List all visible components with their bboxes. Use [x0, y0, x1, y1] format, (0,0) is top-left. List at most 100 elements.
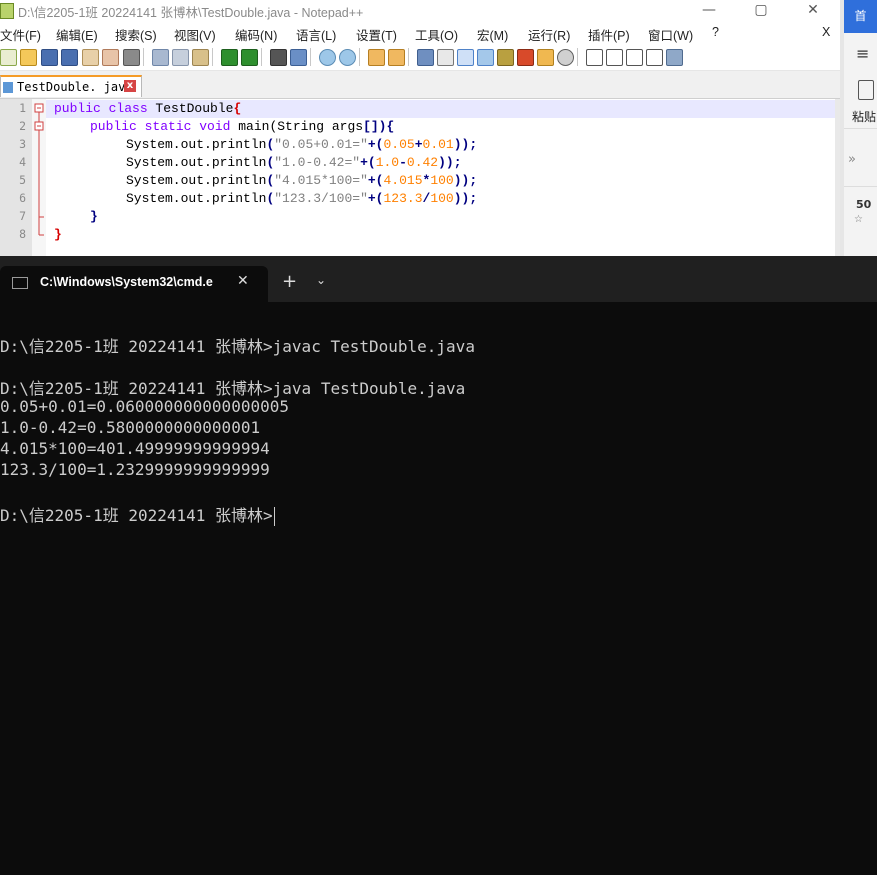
- chevron-down-icon[interactable]: ⌄: [316, 273, 326, 287]
- menu-search[interactable]: 搜索(S): [115, 25, 157, 44]
- code-class-name: TestDouble: [147, 101, 234, 116]
- menu-icon[interactable]: ≡: [856, 44, 869, 63]
- maximize-button[interactable]: ▢: [738, 0, 784, 22]
- open-file-icon[interactable]: [20, 49, 37, 66]
- code-number: 0.05: [383, 137, 415, 152]
- menu-help[interactable]: ?: [712, 25, 719, 39]
- menu-tools[interactable]: 工具(O): [415, 25, 458, 44]
- close-all-icon[interactable]: [102, 49, 119, 66]
- terminal-prompt-line: D:\信2205-1班 20224141 张博林>: [0, 502, 275, 526]
- print-icon[interactable]: [123, 49, 140, 66]
- run-macro-multiple-icon[interactable]: [646, 49, 663, 66]
- new-file-icon[interactable]: [0, 49, 17, 66]
- stop-macro-icon[interactable]: [606, 49, 623, 66]
- copy-icon[interactable]: [172, 49, 189, 66]
- code-call: System.out.println: [126, 155, 267, 170]
- fold-margin: [32, 99, 46, 256]
- menu-plugins[interactable]: 插件(P): [588, 25, 630, 44]
- menu-close-doc[interactable]: X: [822, 25, 830, 39]
- menu-window[interactable]: 窗口(W): [648, 25, 693, 44]
- minimize-button[interactable]: —: [686, 0, 732, 22]
- zoom-in-icon[interactable]: [319, 49, 336, 66]
- menu-file[interactable]: 文件(F): [0, 25, 41, 44]
- show-all-chars-icon[interactable]: [437, 49, 454, 66]
- code-number: 100: [430, 191, 454, 206]
- paste-label: 粘贴: [852, 110, 877, 124]
- line-number: 5: [19, 173, 26, 187]
- code-call: System.out.println: [126, 137, 267, 152]
- save-icon[interactable]: [41, 49, 58, 66]
- line-number-gutter: 1 2 3 4 5 6 7 8: [0, 99, 32, 256]
- menu-view[interactable]: 视图(V): [174, 25, 216, 44]
- play-macro-icon[interactable]: [626, 49, 643, 66]
- tab-label: TestDouble. java: [17, 80, 133, 94]
- terminal-tab-bar: C:\Windows\System32\cmd.e ✕ + ⌄: [0, 256, 877, 302]
- terminal-tab-title: C:\Windows\System32\cmd.e: [40, 275, 213, 289]
- star-icon: ☆: [854, 214, 863, 225]
- close-file-icon[interactable]: [82, 49, 99, 66]
- cut-icon[interactable]: [152, 49, 169, 66]
- panel-divider: [844, 128, 877, 129]
- close-button[interactable]: ✕: [790, 0, 836, 22]
- menu-bar: 文件(F) 编辑(E) 搜索(S) 视图(V) 编码(N) 语言(L) 设置(T…: [0, 22, 840, 44]
- file-icon: [3, 82, 13, 93]
- menu-settings[interactable]: 设置(T): [356, 25, 397, 44]
- doc-map-icon[interactable]: [497, 49, 514, 66]
- chevron-right-icon[interactable]: »: [848, 152, 856, 167]
- code-number: 123.3: [383, 191, 423, 206]
- stat-number: 50: [856, 198, 872, 211]
- clipboard-icon[interactable]: [858, 80, 874, 100]
- line-number: 2: [19, 119, 26, 133]
- line-number: 8: [19, 227, 26, 241]
- code-call: System.out.println: [126, 191, 267, 206]
- word-wrap-icon[interactable]: [417, 49, 434, 66]
- user-language-icon[interactable]: [477, 49, 494, 66]
- panel-divider: [844, 186, 877, 187]
- toolbar-separator: [261, 48, 262, 66]
- record-macro-icon[interactable]: [586, 49, 603, 66]
- notepad-app-icon: [0, 3, 14, 19]
- code-brace: {: [233, 101, 242, 116]
- code-call: System.out.println: [126, 173, 267, 188]
- code-line-5: System.out.println("4.015*100="+(4.015*1…: [126, 173, 478, 188]
- undo-icon[interactable]: [221, 49, 238, 66]
- code-keyword: public class: [54, 101, 148, 116]
- zoom-out-icon[interactable]: [339, 49, 356, 66]
- save-macro-icon[interactable]: [666, 49, 683, 66]
- menu-macro[interactable]: 宏(M): [477, 25, 508, 44]
- menu-run[interactable]: 运行(R): [528, 25, 570, 44]
- find-icon[interactable]: [270, 49, 287, 66]
- fold-markers: [34, 103, 44, 236]
- new-tab-icon[interactable]: +: [282, 271, 297, 292]
- redo-icon[interactable]: [241, 49, 258, 66]
- line-number: 1: [19, 101, 26, 115]
- code-editor[interactable]: 1 2 3 4 5 6 7 8 public class TestDouble{…: [0, 99, 840, 256]
- menu-edit[interactable]: 编辑(E): [56, 25, 98, 44]
- replace-icon[interactable]: [290, 49, 307, 66]
- sync-horizontal-icon[interactable]: [388, 49, 405, 66]
- terminal-line: 123.3/100=1.2329999999999999: [0, 460, 270, 479]
- menu-encoding[interactable]: 编码(N): [235, 25, 277, 44]
- toolbar-separator: [143, 48, 144, 66]
- paste-icon[interactable]: [192, 49, 209, 66]
- terminal-output[interactable]: D:\信2205-1班 20224141 张博林>javac TestDoubl…: [0, 302, 877, 875]
- indent-guide-icon[interactable]: [457, 49, 474, 66]
- tab-testdouble[interactable]: TestDouble. java x: [0, 75, 142, 97]
- sync-vertical-icon[interactable]: [368, 49, 385, 66]
- save-all-icon[interactable]: [61, 49, 78, 66]
- code-number: 4.015: [383, 173, 423, 188]
- terminal-tab[interactable]: C:\Windows\System32\cmd.e ✕: [0, 266, 268, 302]
- close-tab-icon[interactable]: ✕: [237, 273, 249, 289]
- menu-language[interactable]: 语言(L): [296, 25, 336, 44]
- code-text: main(String args: [230, 119, 364, 134]
- monitoring-icon[interactable]: [557, 49, 574, 66]
- code-string: "0.05+0.01=": [274, 137, 368, 152]
- code-brace: {: [386, 119, 395, 134]
- folder-workspace-icon[interactable]: [537, 49, 554, 66]
- terminal-line: D:\信2205-1班 20224141 张博林>javac TestDoubl…: [0, 337, 475, 356]
- function-list-icon[interactable]: [517, 49, 534, 66]
- code-number: 0.01: [422, 137, 454, 152]
- tab-close-icon[interactable]: x: [124, 80, 136, 92]
- home-tab[interactable]: 首: [844, 0, 877, 33]
- code-number: 100: [430, 173, 454, 188]
